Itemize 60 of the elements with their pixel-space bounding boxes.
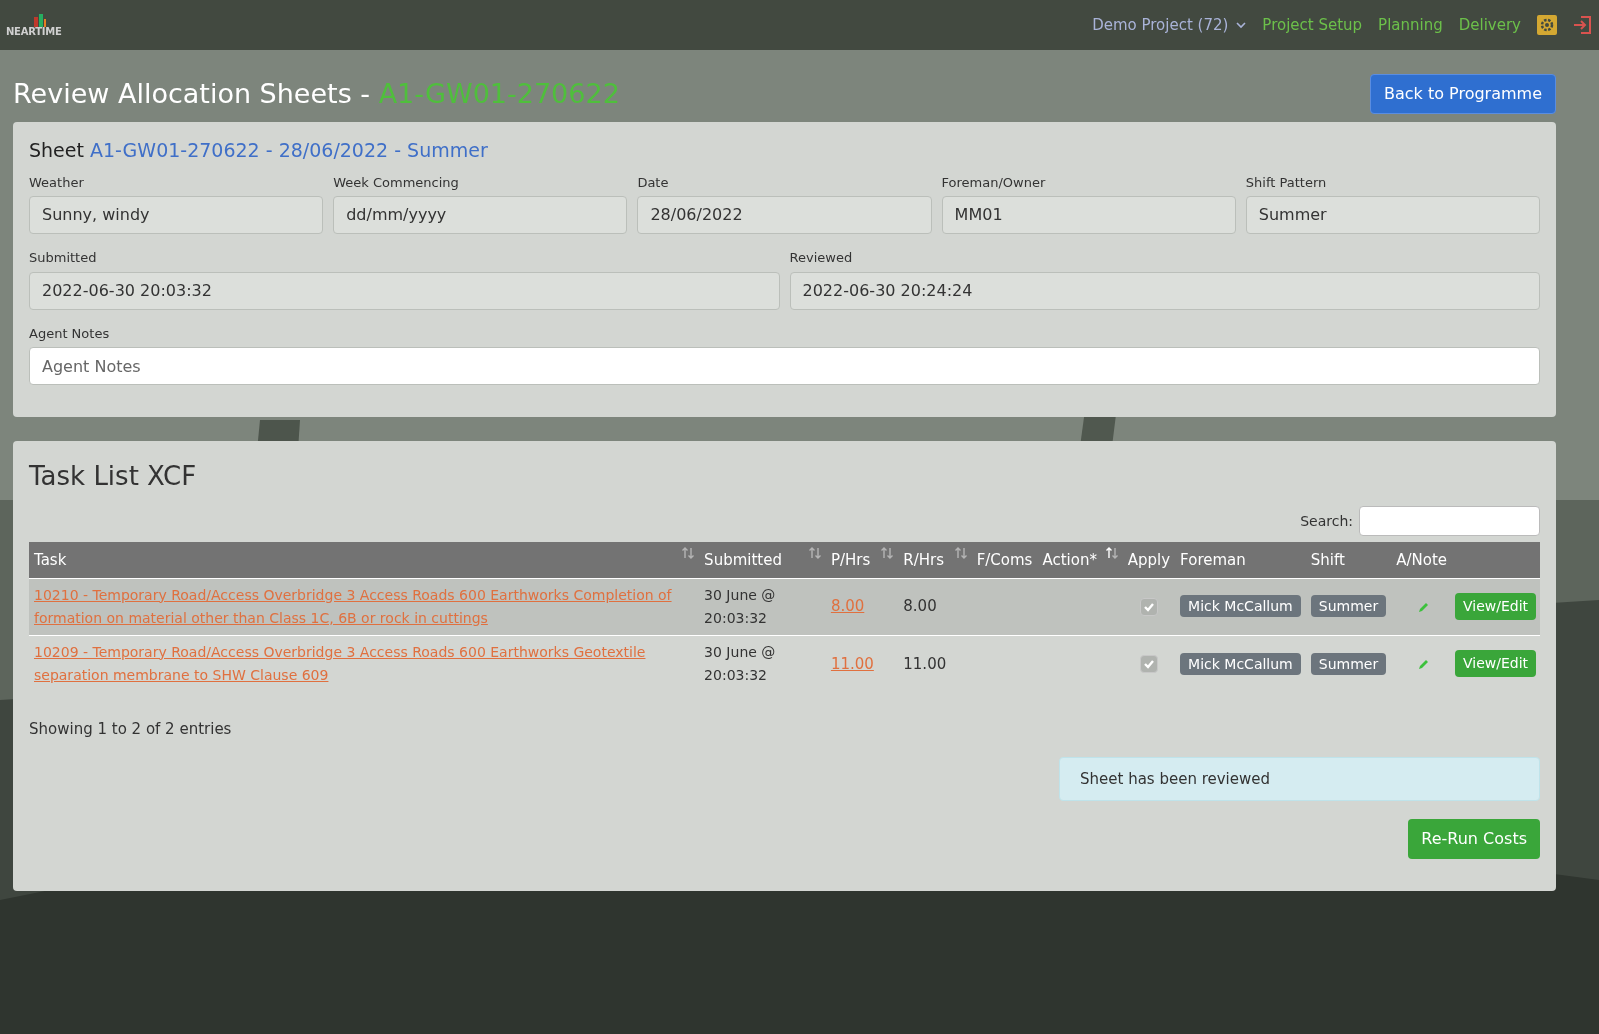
logo-icon — [34, 13, 46, 27]
foreman-badge: Mick McCallum — [1180, 595, 1301, 618]
pencil-icon[interactable] — [1418, 657, 1431, 670]
field-label: Date — [637, 173, 670, 192]
input-field[interactable]: Sunny, windy — [29, 196, 324, 234]
column-header: Apply — [1122, 542, 1176, 578]
column-header: Foreman — [1175, 542, 1306, 578]
nav-link[interactable]: Planning — [1378, 13, 1443, 37]
input-field[interactable]: MM01 — [941, 196, 1236, 234]
field-label: Agent Notes — [29, 324, 111, 343]
re-run-costs-button[interactable]: Re-Run Costs — [1408, 819, 1540, 859]
field-label: Weather — [29, 173, 85, 192]
sheet-heading: Sheet A1-GW01-270622 - 28/06/2022 - Summer — [29, 138, 489, 163]
input-field[interactable]: Summer — [1245, 196, 1540, 234]
logo-text: NEARTIME — [6, 27, 62, 37]
project-dropdown[interactable]: Demo Project (72) — [1092, 13, 1247, 37]
r-hrs-cell: 8.00 — [903, 597, 937, 616]
apply-checkbox[interactable] — [1139, 597, 1158, 616]
task-list-title: Task List XCF — [29, 460, 198, 493]
field-label: Foreman/Owner — [941, 173, 1047, 192]
pencil-icon[interactable] — [1418, 600, 1431, 613]
column-header[interactable]: P/Hrs — [825, 542, 899, 578]
submitted-date: 30 June @ — [704, 585, 777, 605]
column-header[interactable]: Submitted — [699, 542, 826, 578]
shift-badge: Summer — [1310, 652, 1387, 675]
submitted-time: 20:03:32 — [704, 608, 768, 628]
reviewed-alert: Sheet has been reviewed — [1059, 756, 1540, 801]
back-to-programme-button[interactable]: Back to Programme — [1370, 74, 1556, 114]
input-field[interactable]: dd/mm/yyyy — [333, 196, 628, 234]
nav-link[interactable]: Delivery — [1458, 13, 1521, 37]
field-label: Reviewed — [789, 249, 854, 267]
nav-link[interactable]: Project Setup — [1262, 13, 1363, 37]
field-label: Shift Pattern — [1245, 173, 1328, 192]
shift-badge: Summer — [1310, 595, 1387, 618]
submitted-time: 20:03:32 — [704, 665, 768, 685]
submitted-date: 30 June @ — [704, 642, 777, 662]
foreman-badge: Mick McCallum — [1180, 652, 1301, 675]
column-header[interactable]: Action* — [1037, 542, 1123, 578]
page-title: Review Allocation Sheets - A1-GW01-270622 — [13, 77, 620, 111]
field-label: Week Commencing — [333, 173, 460, 192]
search-label: Search: — [1300, 511, 1353, 531]
field-label: Submitted — [29, 249, 98, 267]
settings-icon[interactable] — [1537, 15, 1557, 35]
input-field[interactable]: 2022-06-30 20:03:32 — [29, 271, 780, 310]
chevron-down-icon — [1236, 21, 1247, 29]
r-hrs-cell: 11.00 — [903, 654, 947, 673]
input-field[interactable]: 28/06/2022 — [637, 196, 932, 234]
column-header: F/Coms — [971, 542, 1038, 578]
entries-info: Showing 1 to 2 of 2 entries — [29, 719, 233, 740]
logout-icon[interactable] — [1573, 15, 1593, 35]
view-edit-button[interactable]: View/Edit — [1455, 593, 1537, 620]
column-header[interactable]: R/Hrs — [898, 542, 972, 578]
search-field[interactable] — [1359, 506, 1540, 536]
apply-checkbox[interactable] — [1139, 654, 1158, 673]
view-edit-button[interactable]: View/Edit — [1455, 650, 1537, 678]
column-header: A/Note — [1391, 542, 1452, 578]
agent-notes-field[interactable]: Agent Notes — [29, 347, 1540, 385]
input-field[interactable]: 2022-06-30 20:24:24 — [789, 271, 1540, 310]
column-header: Shift — [1305, 542, 1392, 578]
column-header[interactable]: Task — [29, 542, 700, 578]
